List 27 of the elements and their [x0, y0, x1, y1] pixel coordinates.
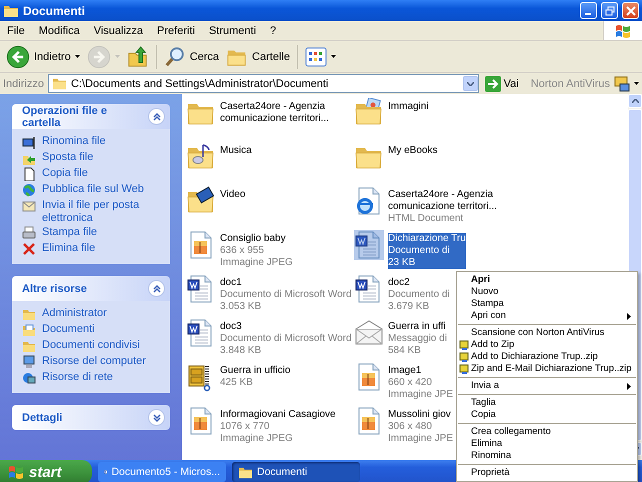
file-detail: 660 x 420: [388, 377, 433, 389]
file-detail: Immagine JPE: [388, 433, 454, 445]
panel-title: Operazioni file e cartella: [22, 104, 108, 128]
file-detail: 1076 x 770: [220, 421, 270, 433]
file-detail: Documento di Microsoft Word: [220, 289, 352, 301]
panel-title: Altre risorse: [22, 282, 87, 294]
file-detail: Messaggio di: [388, 333, 447, 345]
file-detail: Documento di: [388, 245, 466, 257]
file-detail: 3.848 KB: [220, 345, 262, 357]
window-title: Documenti: [23, 4, 86, 18]
file-detail: Documento di: [388, 289, 450, 301]
file-detail: 636 x 955: [220, 245, 265, 257]
file-detail: Immagine JPEG: [220, 433, 294, 445]
file-detail: 584 KB: [388, 345, 422, 357]
file-detail: Immagine JPEG: [220, 257, 293, 269]
panel-title: Dettagli: [22, 412, 62, 424]
file-detail: Documento di Microsoft Word: [220, 333, 352, 345]
toolbar-label: Norton AntiVirus: [530, 78, 610, 90]
file-detail: 306 x 480: [388, 421, 433, 433]
file-detail: Immagine JPE: [388, 389, 454, 401]
file-detail: 425 KB: [220, 377, 254, 389]
address-label: Indirizzo: [3, 78, 44, 90]
file-detail: 3.053 KB: [220, 301, 262, 313]
file-detail: 23 KB: [388, 257, 466, 269]
file-detail: HTML Document: [388, 213, 464, 225]
address-path: C:\Documents and Settings\Administrator\Documenti: [70, 78, 330, 90]
file-detail: 3.679 KB: [388, 301, 430, 313]
